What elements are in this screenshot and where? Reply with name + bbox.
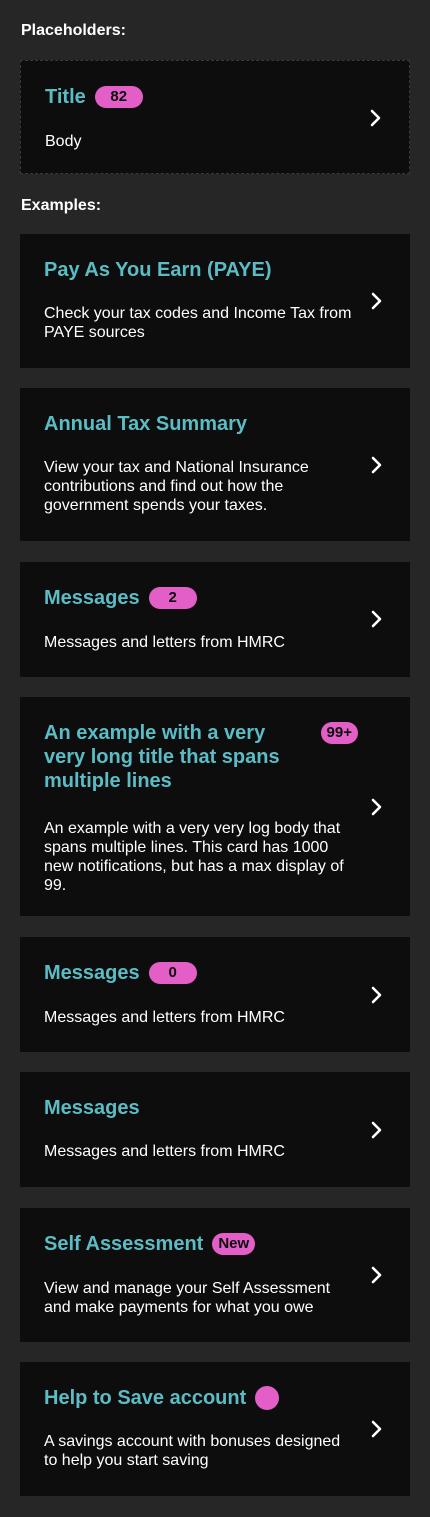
card-body: Messages and letters from HMRC — [44, 634, 285, 651]
card-body: Check your tax codes and Income Tax from… — [44, 305, 352, 341]
notification-badge: 0 — [148, 962, 197, 984]
placeholder-card[interactable]: Title 82 Body — [20, 60, 410, 174]
chevron-right-icon — [370, 1121, 384, 1139]
help-to-save-card[interactable]: Help to Save account A savings account w… — [20, 1362, 410, 1496]
card-title: Messages — [44, 962, 140, 984]
card-title: Title — [45, 86, 86, 108]
chevron-right-icon — [370, 1420, 384, 1438]
placeholders-heading: Placeholders: — [21, 22, 126, 39]
card-title: Messages — [44, 587, 140, 609]
card-body: Body — [45, 133, 82, 150]
notification-badge: 99+ — [320, 722, 358, 744]
examples-heading: Examples: — [21, 197, 102, 214]
card-title: Messages — [44, 1097, 140, 1119]
card-body: Messages and letters from HMRC — [44, 1143, 285, 1160]
chevron-right-icon — [370, 292, 384, 310]
chevron-right-icon — [369, 109, 383, 127]
card-body: An example with a very very log body tha… — [44, 820, 344, 894]
notification-badge: 2 — [148, 587, 197, 609]
card-title: An example with a very very long title t… — [44, 722, 280, 792]
card-body: Messages and letters from HMRC — [44, 1009, 285, 1026]
chevron-right-icon — [370, 986, 384, 1004]
messages-card[interactable]: Messages Messages and letters from HMRC — [20, 1072, 410, 1187]
new-badge: New — [212, 1233, 256, 1255]
notification-badge: 82 — [94, 86, 143, 108]
card-title: Annual Tax Summary — [44, 413, 248, 435]
chevron-right-icon — [370, 1266, 384, 1284]
chevron-right-icon — [370, 610, 384, 628]
chevron-right-icon — [370, 456, 384, 474]
messages-card[interactable]: Messages 2 Messages and letters from HMR… — [20, 562, 410, 677]
card-body: A savings account with bonuses designed … — [44, 1433, 341, 1469]
card-title: Self Assessment — [44, 1233, 204, 1255]
card-body: View and manage your Self Assessment and… — [44, 1280, 331, 1316]
long-example-card[interactable]: An example with a very very long title t… — [20, 697, 410, 916]
card-title: Help to Save account — [44, 1387, 247, 1409]
self-assessment-card[interactable]: Self Assessment New View and manage your… — [20, 1208, 410, 1342]
notification-dot-icon — [255, 1386, 280, 1410]
paye-card[interactable]: Pay As You Earn (PAYE) Check your tax co… — [20, 234, 410, 368]
annual-tax-summary-card[interactable]: Annual Tax Summary View your tax and Nat… — [20, 388, 410, 541]
messages-card[interactable]: Messages 0 Messages and letters from HMR… — [20, 937, 410, 1052]
chevron-right-icon — [370, 798, 384, 816]
card-title: Pay As You Earn (PAYE) — [44, 259, 272, 281]
card-body: View your tax and National Insurance con… — [44, 459, 309, 514]
